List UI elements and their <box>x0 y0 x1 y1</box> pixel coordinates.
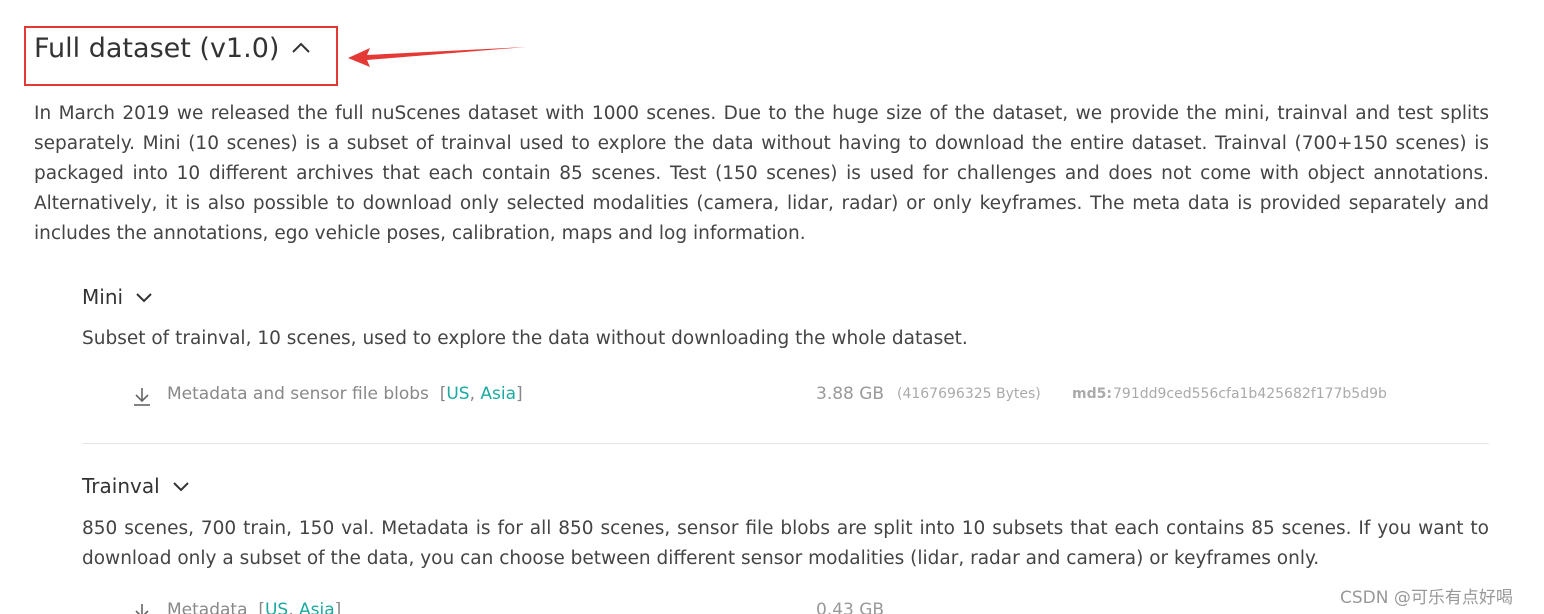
file-name: Metadata and sensor file blobs [US, Asia… <box>167 384 523 404</box>
chevron-down-icon[interactable] <box>135 291 153 303</box>
file-name: Metadata [US, Asia] <box>167 600 341 614</box>
mini-heading[interactable]: Mini <box>82 284 153 310</box>
mini-file-row: Metadata and sensor file blobs [US, Asia… <box>132 384 1432 408</box>
file-bytes: (4167696325 Bytes) <box>897 386 1041 402</box>
section-divider <box>82 443 1489 444</box>
chevron-up-icon[interactable] <box>291 41 311 55</box>
file-name-text: Metadata <box>167 600 248 614</box>
region-links: [US, Asia] <box>428 384 523 404</box>
file-size: 3.88 GB <box>816 384 885 404</box>
file-name-text: Metadata and sensor file blobs <box>167 384 429 404</box>
region-link-us[interactable]: US <box>446 384 469 404</box>
mini-title: Mini <box>82 285 124 309</box>
md5-value: 791dd9ced556cfa1b425682f177b5d9b <box>1113 386 1387 402</box>
region-links: [US, Asia] <box>248 600 341 614</box>
download-icon[interactable] <box>132 386 152 411</box>
watermark: CSDN @可乐有点好喝 <box>1340 588 1513 608</box>
region-link-asia[interactable]: Asia <box>480 384 516 404</box>
trainval-file-row: Metadata [US, Asia] 0.43 GB <box>132 600 1432 614</box>
red-arrow-icon <box>348 47 526 67</box>
mini-description: Subset of trainval, 10 scenes, used to e… <box>82 328 968 349</box>
chevron-down-icon[interactable] <box>172 480 190 492</box>
download-icon[interactable] <box>132 602 152 614</box>
trainval-title: Trainval <box>82 474 160 498</box>
file-size: 0.43 GB <box>816 600 885 614</box>
trainval-heading[interactable]: Trainval <box>82 473 190 499</box>
full-dataset-heading[interactable]: Full dataset (v1.0) <box>34 30 311 66</box>
trainval-description: 850 scenes, 700 train, 150 val. Metadata… <box>82 518 1489 569</box>
region-link-asia[interactable]: Asia <box>299 600 335 614</box>
region-link-us[interactable]: US <box>265 600 288 614</box>
full-dataset-title: Full dataset (v1.0) <box>34 32 280 64</box>
full-dataset-intro: In March 2019 we released the full nuSce… <box>34 103 1489 244</box>
md5-label: md5: <box>1072 386 1112 402</box>
